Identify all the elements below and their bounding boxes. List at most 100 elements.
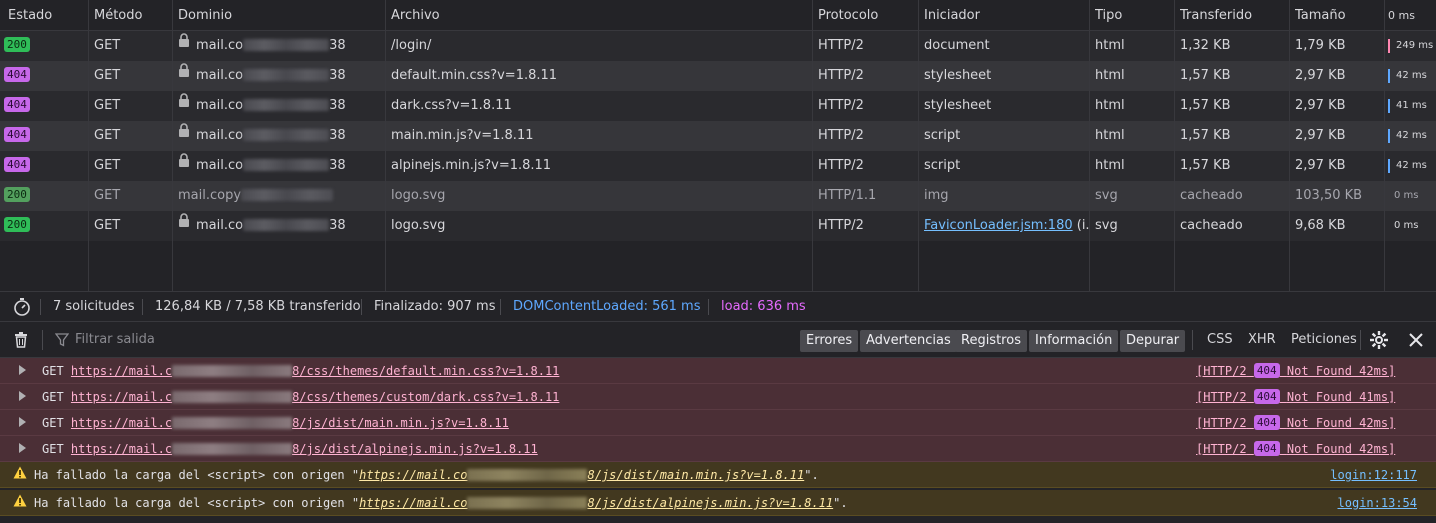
filter-requests-button[interactable]: Peticiones — [1291, 322, 1357, 358]
request-url[interactable]: https://mail.c 8/js/dist/main.min.js?v=1.… — [71, 416, 509, 430]
col-timeline[interactable]: 0 ms — [1388, 0, 1436, 30]
timing-bar — [1388, 129, 1390, 143]
request-method: GET — [42, 442, 64, 456]
lock-icon — [178, 121, 190, 149]
timeline-cell: 249 ms — [1388, 31, 1436, 61]
filter-logs-button[interactable]: Registros — [955, 330, 1027, 352]
request-url[interactable]: https://mail.c 8/css/themes/custom/dark.c… — [71, 390, 559, 404]
close-icon[interactable] — [1408, 332, 1424, 352]
http-version: [HTTP/2 — [1196, 416, 1247, 430]
col-transferred[interactable]: Transferido — [1180, 0, 1290, 30]
console-error-message[interactable]: GET https://mail.c 8/css/themes/default.m… — [0, 358, 1436, 384]
request-row[interactable]: 200 GET mail.co 38/login/HTTP/2 document html… — [0, 31, 1436, 61]
request-row[interactable]: 404 GET mail.co 38 dark.css?v=1.8.11 HTTP/2 st… — [0, 91, 1436, 121]
expand-arrow-icon[interactable] — [18, 384, 26, 410]
timeline-cell: 42 ms — [1388, 151, 1436, 181]
request-row[interactable]: 404 GET mail.co 38 main.min.js?v=1.8.11 HTTP/… — [0, 121, 1436, 151]
transferred-cell: cacheado — [1180, 218, 1243, 233]
request-url[interactable]: https://mail.c 8/css/themes/default.min.c… — [71, 364, 559, 378]
domain-text-end: 38 — [329, 68, 346, 83]
gear-icon[interactable] — [1369, 330, 1389, 354]
transferred-cell: 1,57 KB — [1180, 128, 1231, 143]
request-row[interactable]: 200 GET mail.copy logo.svg HTTP/1.1 img svg cac… — [0, 181, 1436, 211]
col-initiator[interactable]: Iniciador — [924, 0, 1089, 30]
url-start: https://mail.co — [359, 468, 468, 482]
request-url[interactable]: https://mail.c 8/js/dist/alpinejs.min.js?… — [71, 442, 538, 456]
column-divider[interactable] — [1174, 0, 1175, 291]
filter-debug-button[interactable]: Depurar — [1120, 330, 1186, 352]
source-location-link[interactable]: login:13:54 — [1338, 490, 1417, 516]
status-cell: 200 — [4, 211, 84, 241]
domain-text-end: 38 — [329, 38, 346, 53]
col-domain[interactable]: Dominio — [178, 0, 383, 30]
script-url[interactable]: https://mail.co 8/js/dist/alpinejs.min.js… — [359, 496, 833, 510]
trash-icon[interactable] — [12, 331, 30, 353]
request-row[interactable]: 404 GET mail.co 38 alpinejs.min.js?v=1.8.11 H… — [0, 151, 1436, 181]
status-badge: 404 — [4, 157, 30, 172]
filter-info-button[interactable]: Información — [1029, 330, 1119, 352]
redacted-blur — [172, 390, 293, 403]
domain-text-end: 38 — [329, 158, 346, 173]
filter-css-button[interactable]: CSS — [1207, 322, 1233, 358]
filter-warnings-button[interactable]: Advertencias — [860, 330, 957, 352]
domain-cell: mail.copy — [178, 181, 383, 211]
status-text: Not Found 42ms] — [1286, 364, 1396, 378]
file-cell: /login/ — [391, 38, 432, 53]
warning-icon — [13, 490, 27, 516]
stopwatch-icon[interactable] — [12, 292, 32, 322]
initiator-suffix: (i... — [1076, 218, 1089, 233]
response-status[interactable]: [HTTP/2 404 Not Found 41ms] — [1196, 384, 1395, 410]
domain-cell: mail.co 38 — [178, 91, 383, 121]
source-location-link[interactable]: login:12:117 — [1330, 462, 1417, 488]
expand-arrow-icon[interactable] — [18, 358, 26, 384]
filter-output-input[interactable]: Filtrar salida — [75, 322, 155, 358]
http-version: [HTTP/2 — [1196, 364, 1247, 378]
expand-arrow-icon[interactable] — [18, 410, 26, 436]
initiator-cell: script — [924, 121, 1089, 151]
col-type[interactable]: Tipo — [1095, 0, 1175, 30]
console-error-message[interactable]: GET https://mail.c 8/css/themes/custom/da… — [0, 384, 1436, 410]
expand-arrow-icon[interactable] — [18, 436, 26, 462]
response-status[interactable]: [HTTP/2 404 Not Found 42ms] — [1196, 358, 1395, 384]
status-text: Not Found 42ms] — [1286, 416, 1396, 430]
console-line: GET https://mail.c 8/css/themes/default.m… — [42, 358, 559, 384]
url-start: https://mail.c — [70, 390, 173, 404]
response-status[interactable]: [HTTP/2 404 Not Found 42ms] — [1196, 410, 1395, 436]
protocol-cell: HTTP/2 — [818, 98, 864, 113]
column-divider[interactable] — [1289, 0, 1290, 291]
request-row[interactable]: 200 GET mail.co 38 logo.svg HTTP/2 FaviconLoad… — [0, 211, 1436, 241]
redacted-blur — [243, 158, 330, 171]
col-file[interactable]: Archivo — [391, 0, 811, 30]
size-cell: 2,97 KB — [1295, 158, 1346, 173]
script-url[interactable]: https://mail.co 8/js/dist/main.min.js?v=1… — [359, 468, 804, 482]
console-warning-message: Ha fallado la carga del <script> con ori… — [0, 462, 1436, 488]
timeline-cell: 41 ms — [1388, 91, 1436, 121]
status-badge: 404 — [1253, 415, 1280, 430]
warning-prefix: Ha fallado la carga del <script> con ori… — [34, 468, 360, 482]
column-divider[interactable] — [1089, 0, 1090, 291]
filter-xhr-button[interactable]: XHR — [1248, 322, 1276, 358]
column-divider[interactable] — [812, 0, 813, 291]
filter-errors-button[interactable]: Errores — [800, 330, 859, 352]
col-method[interactable]: Método — [94, 0, 172, 30]
request-row[interactable]: 404 GET mail.co 38 default.min.css?v=1.8.11 H… — [0, 61, 1436, 91]
time-text: 249 ms — [1396, 40, 1434, 51]
column-divider[interactable] — [1384, 0, 1385, 291]
response-status[interactable]: [HTTP/2 404 Not Found 42ms] — [1196, 436, 1395, 462]
network-panel: Estado Método Dominio Archivo Protocolo … — [0, 0, 1436, 291]
column-divider[interactable] — [88, 0, 89, 291]
console-error-message[interactable]: GET https://mail.c 8/js/dist/alpinejs.min… — [0, 436, 1436, 462]
protocol-cell: HTTP/2 — [818, 158, 864, 173]
col-size[interactable]: Tamaño — [1295, 0, 1385, 30]
console-error-message[interactable]: GET https://mail.c 8/js/dist/main.min.js?… — [0, 410, 1436, 436]
column-divider[interactable] — [172, 0, 173, 291]
lock-icon — [178, 151, 190, 179]
file-cell: main.min.js?v=1.8.11 — [391, 128, 534, 143]
initiator-link[interactable]: FaviconLoader.jsm:180 — [924, 218, 1073, 233]
timing-bar — [1388, 69, 1390, 83]
column-divider[interactable] — [918, 0, 919, 291]
column-divider[interactable] — [385, 0, 386, 291]
col-protocol[interactable]: Protocolo — [818, 0, 918, 30]
timeline-cell: 42 ms — [1388, 61, 1436, 91]
col-status[interactable]: Estado — [8, 0, 88, 30]
